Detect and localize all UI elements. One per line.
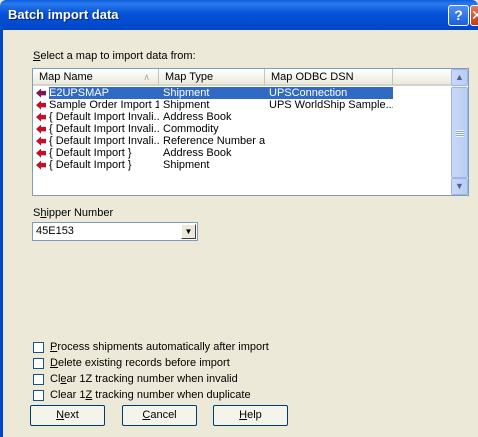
column-header-map-type[interactable]: Map Type <box>159 69 265 86</box>
map-icon <box>36 136 46 146</box>
scroll-down-icon[interactable]: ▼ <box>451 178 468 195</box>
row-type: Shipment <box>163 99 210 111</box>
map-list[interactable]: Map Name ∧ Map Type Map ODBC DSN E2UPSMAP… <box>32 68 469 196</box>
table-row[interactable]: E2UPSMAP Shipment UPSConnection <box>33 87 453 99</box>
chevron-down-icon[interactable]: ▼ <box>181 224 196 239</box>
row-type: Commodity <box>163 123 219 135</box>
row-type: Shipment <box>163 87 210 99</box>
table-row[interactable]: Sample Order Import 1 Shipment UPS World… <box>33 99 453 111</box>
map-icon <box>36 160 46 170</box>
close-button[interactable]: ✕ <box>470 5 478 26</box>
table-row[interactable]: { Default Import Invali... Commodity <box>33 123 453 135</box>
title-bar: Batch import data ? ✕ <box>0 0 478 30</box>
row-dsn <box>265 159 393 171</box>
row-name: { Default Import Invali... <box>49 111 159 123</box>
row-name: { Default Import } <box>49 159 132 171</box>
map-icon <box>36 124 46 134</box>
column-header-map-name[interactable]: Map Name ∧ <box>33 69 159 86</box>
option-clear-duplicate[interactable]: Clear 1Z tracking number when duplicate <box>33 389 251 402</box>
table-row[interactable]: { Default Import Invali... Reference Num… <box>33 135 453 147</box>
row-type: Reference Number a... <box>163 135 265 147</box>
map-icon <box>36 88 46 98</box>
grip-icon <box>456 130 464 137</box>
row-type: Address Book <box>163 147 232 159</box>
option-label: Clear 1Z tracking number when invalid <box>50 373 238 386</box>
window-title: Batch import data <box>8 7 119 22</box>
checkbox[interactable] <box>33 357 44 369</box>
row-dsn: UPSConnection <box>269 87 348 99</box>
row-dsn <box>265 111 393 123</box>
option-clear-invalid[interactable]: Clear 1Z tracking number when invalid <box>33 373 238 386</box>
row-dsn <box>265 147 393 159</box>
row-name: { Default Import Invali... <box>49 135 159 147</box>
option-label: Clear 1Z tracking number when duplicate <box>50 389 251 402</box>
header-filler <box>393 69 453 86</box>
checkbox[interactable] <box>33 341 44 353</box>
shipper-number-select[interactable]: 45E153 ▼ <box>32 222 198 241</box>
option-label: Process shipments automatically after im… <box>50 341 269 354</box>
map-prompt-label: Select a map to import data from: <box>33 50 196 62</box>
column-header-map-odbc-dsn[interactable]: Map ODBC DSN <box>265 69 393 86</box>
cancel-button[interactable]: Cancel <box>122 405 197 426</box>
option-process-automatically[interactable]: Process shipments automatically after im… <box>33 341 269 354</box>
shipper-number-label: Shipper Number <box>33 207 114 219</box>
row-name: E2UPSMAP <box>49 87 109 99</box>
help-button[interactable]: Help <box>213 405 288 426</box>
sort-arrow-icon: ∧ <box>143 72 150 82</box>
row-type: Address Book <box>163 111 232 123</box>
title-help-button[interactable]: ? <box>448 5 469 26</box>
list-rows: E2UPSMAP Shipment UPSConnection Sample O… <box>33 87 453 171</box>
row-type: Shipment <box>163 159 210 171</box>
table-row[interactable]: { Default Import } Shipment <box>33 159 453 171</box>
map-icon <box>36 112 46 122</box>
table-row[interactable]: { Default Import Invali... Address Book <box>33 111 453 123</box>
row-name: { Default Import Invali... <box>49 123 159 135</box>
option-delete-existing[interactable]: Delete existing records before import <box>33 357 230 370</box>
list-scrollbar[interactable]: ▲ ▼ <box>451 69 468 195</box>
row-dsn <box>265 135 393 147</box>
row-dsn <box>265 123 393 135</box>
map-icon <box>36 100 46 110</box>
table-row[interactable]: { Default Import } Address Book <box>33 147 453 159</box>
map-icon <box>36 148 46 158</box>
next-button[interactable]: Next <box>30 405 105 426</box>
list-header: Map Name ∧ Map Type Map ODBC DSN <box>33 69 453 86</box>
shipper-number-value: 45E153 <box>36 225 74 237</box>
checkbox[interactable] <box>33 373 44 385</box>
checkbox[interactable] <box>33 389 44 401</box>
option-label: Delete existing records before import <box>50 357 230 370</box>
scroll-up-icon[interactable]: ▲ <box>451 69 468 86</box>
row-name: Sample Order Import 1 <box>49 99 159 111</box>
row-dsn: UPS WorldShip Sample... <box>269 99 393 111</box>
row-name: { Default Import } <box>49 147 132 159</box>
scroll-thumb[interactable] <box>451 87 468 178</box>
